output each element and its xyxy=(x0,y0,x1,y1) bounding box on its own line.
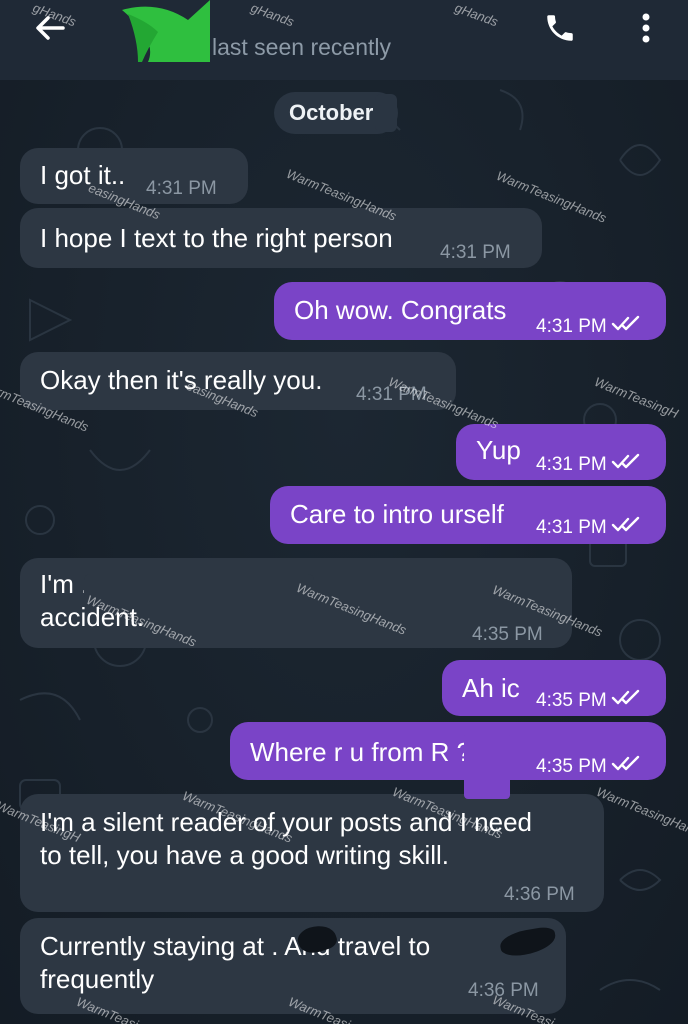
message-meta: 4:31 PM xyxy=(536,511,641,544)
message-text: Ah ic xyxy=(462,673,520,703)
double-check-icon xyxy=(611,516,639,532)
phone-icon xyxy=(547,15,573,41)
double-check-icon xyxy=(611,315,639,331)
message-text: Where r u from R ? xyxy=(250,737,472,767)
message-time: 4:31 PM xyxy=(146,178,217,199)
chat-header: last seen recently xyxy=(0,0,688,80)
message-meta: 4:35 PM xyxy=(536,750,641,783)
message-time: 4:31 PM xyxy=(536,517,607,538)
redaction-mark xyxy=(464,733,510,799)
avatar[interactable] xyxy=(118,0,210,62)
message-time: 4:35 PM xyxy=(536,756,607,777)
outgoing-message[interactable]: Where r u from R ? 4:35 PM xyxy=(230,722,666,780)
message-text: Care to intro urself xyxy=(290,499,504,529)
message-text: Currently staying at . And travel to fre… xyxy=(40,931,431,994)
double-check-icon xyxy=(611,755,639,771)
outgoing-message[interactable]: Ah ic 4:35 PM xyxy=(442,660,666,716)
last-seen-status: last seen recently xyxy=(212,34,391,60)
message-time: 4:31 PM xyxy=(536,316,607,337)
call-button[interactable] xyxy=(540,8,580,48)
read-receipt xyxy=(611,310,641,343)
message-time: 4:31 PM xyxy=(440,242,511,263)
message-text: I got it.. xyxy=(40,160,126,190)
read-receipt xyxy=(611,684,641,717)
message-time: 4:35 PM xyxy=(536,690,607,711)
message-meta: 4:36 PM xyxy=(504,878,575,911)
more-vertical-icon xyxy=(642,13,650,43)
message-text: I hope I text to the right person xyxy=(40,223,393,253)
incoming-message[interactable]: I'm a silent reader of your posts and I … xyxy=(20,794,604,912)
message-meta: 4:35 PM xyxy=(472,618,543,651)
message-text: Oh wow. Congrats xyxy=(294,295,507,325)
message-meta: 4:31 PM xyxy=(440,236,511,269)
message-meta: 4:31 PM xyxy=(146,172,217,205)
outgoing-message[interactable]: Care to intro urself 4:31 PM xyxy=(270,486,666,544)
message-meta: 4:31 PM xyxy=(536,310,641,343)
message-text: Yup xyxy=(476,435,521,465)
message-text: Okay then it's really you. xyxy=(40,365,323,395)
message-meta: 4:31 PM xyxy=(536,448,641,481)
incoming-message[interactable]: I got it.. 4:31 PM xyxy=(20,148,248,204)
read-receipt xyxy=(611,750,641,783)
message-time: 4:31 PM xyxy=(536,454,607,475)
double-check-icon xyxy=(611,453,639,469)
outgoing-message[interactable]: Oh wow. Congrats 4:31 PM xyxy=(274,282,666,340)
incoming-message[interactable]: I hope I text to the right person 4:31 PM xyxy=(20,208,542,268)
avatar-image xyxy=(122,0,210,62)
redaction-mark xyxy=(375,94,397,132)
read-receipt xyxy=(611,448,641,481)
message-time: 4:35 PM xyxy=(472,624,543,645)
more-options-button[interactable] xyxy=(628,8,664,48)
redaction-mark xyxy=(84,574,314,600)
read-receipt xyxy=(611,511,641,544)
outgoing-message[interactable]: Yup 4:31 PM xyxy=(456,424,666,480)
double-check-icon xyxy=(611,689,639,705)
message-meta: 4:35 PM xyxy=(536,684,641,717)
message-time: 4:36 PM xyxy=(504,884,575,905)
